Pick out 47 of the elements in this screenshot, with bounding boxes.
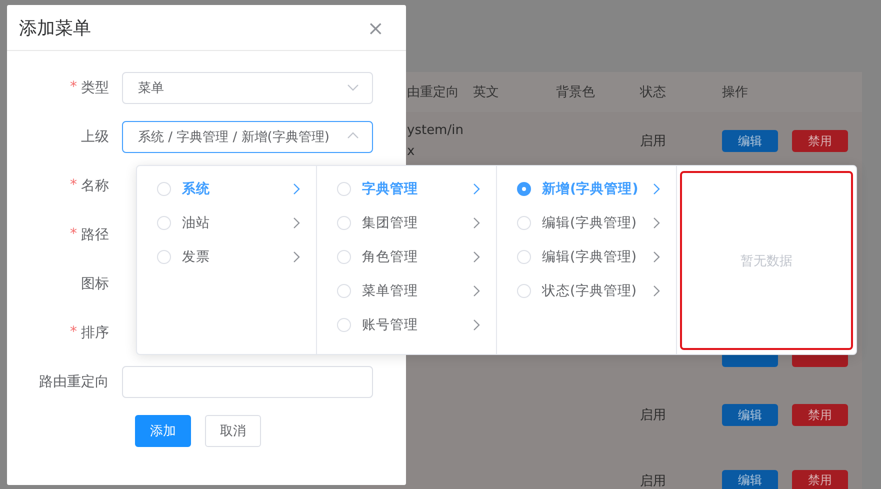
field-label: 排序 xyxy=(81,324,109,342)
select-value: 菜单 xyxy=(138,80,164,97)
cancel-button[interactable]: 取消 xyxy=(205,415,261,447)
edit-button[interactable]: 编辑 xyxy=(722,404,778,426)
cascader-option[interactable]: 集团管理 xyxy=(317,206,496,240)
edit-button[interactable]: 编辑 xyxy=(722,470,778,489)
path-text: ystem/in xyxy=(407,122,464,140)
required-mark: * xyxy=(70,79,77,97)
disable-button[interactable]: 禁用 xyxy=(792,130,848,152)
field-label: 路径 xyxy=(81,226,109,244)
field-label: 上级 xyxy=(81,128,109,146)
cascader-option[interactable]: 编辑(字典管理) xyxy=(497,240,676,274)
select-field[interactable]: 菜单 xyxy=(122,72,373,104)
cascader-option[interactable]: 发票 xyxy=(137,240,316,274)
radio-icon[interactable] xyxy=(517,182,531,196)
status-text: 启用 xyxy=(640,133,667,150)
disable-button[interactable]: 禁用 xyxy=(792,404,848,426)
status-text: 启用 xyxy=(640,472,667,489)
cascader-option[interactable]: 账号管理 xyxy=(317,308,496,342)
cascader-option[interactable]: 油站 xyxy=(137,206,316,240)
field-label: 名称 xyxy=(81,177,109,195)
column-header: 由重定向 xyxy=(407,84,460,101)
cascader-option[interactable]: 编辑(字典管理) xyxy=(497,206,676,240)
close-button[interactable]: × xyxy=(367,18,384,38)
status-text: 启用 xyxy=(640,407,667,424)
column-header: 英文 xyxy=(473,84,500,101)
field-label: 路由重定向 xyxy=(39,373,109,391)
path-text: x xyxy=(407,143,416,161)
field-label: 类型 xyxy=(81,79,109,97)
cascader-option[interactable]: 角色管理 xyxy=(317,240,496,274)
empty-text: 暂无数据 xyxy=(740,252,792,270)
column-header: 背景色 xyxy=(556,84,596,101)
required-mark: * xyxy=(70,324,77,342)
select-field[interactable]: 系统 / 字典管理 / 新增(字典管理) xyxy=(122,121,373,153)
required-mark: * xyxy=(70,226,77,244)
required-mark: * xyxy=(70,177,77,195)
dialog-title: 添加菜单 xyxy=(19,16,91,40)
input-field[interactable] xyxy=(122,366,373,398)
cascader-option[interactable]: 菜单管理 xyxy=(317,274,496,308)
column-header: 操作 xyxy=(722,84,749,101)
select-value: 系统 / 字典管理 / 新增(字典管理) xyxy=(138,129,330,146)
column-header: 状态 xyxy=(640,84,667,101)
add-button[interactable]: 添加 xyxy=(135,415,191,447)
edit-button[interactable]: 编辑 xyxy=(722,130,778,152)
field-label: 图标 xyxy=(81,275,109,293)
disable-button[interactable]: 禁用 xyxy=(792,470,848,489)
cascader-option[interactable]: 状态(字典管理) xyxy=(497,274,676,308)
